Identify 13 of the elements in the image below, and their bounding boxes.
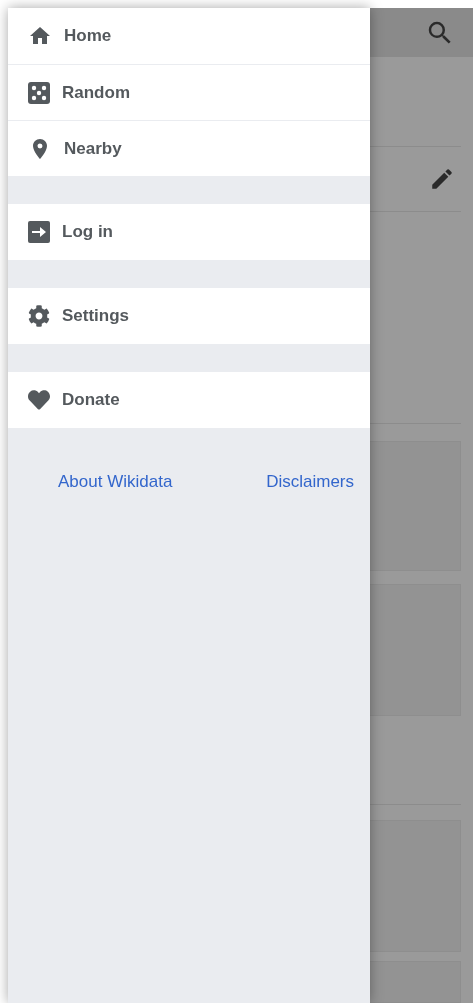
footer-link[interactable]: Disclaimers xyxy=(266,472,354,492)
heart-icon xyxy=(28,389,50,411)
settings-icon xyxy=(28,305,50,327)
pencil-icon[interactable] xyxy=(429,166,455,192)
dice-icon xyxy=(28,81,50,104)
menu-item[interactable]: Nearby xyxy=(8,120,370,176)
footer-link[interactable]: About Wikidata xyxy=(58,472,173,492)
menu-item[interactable]: Home xyxy=(8,8,370,64)
log-in-icon xyxy=(28,221,50,243)
menu-item[interactable]: Settings xyxy=(8,288,370,344)
menu-item[interactable]: Log in xyxy=(8,204,370,260)
menu-item[interactable]: Donate xyxy=(8,372,370,428)
menu-item[interactable]: Random xyxy=(8,64,370,120)
